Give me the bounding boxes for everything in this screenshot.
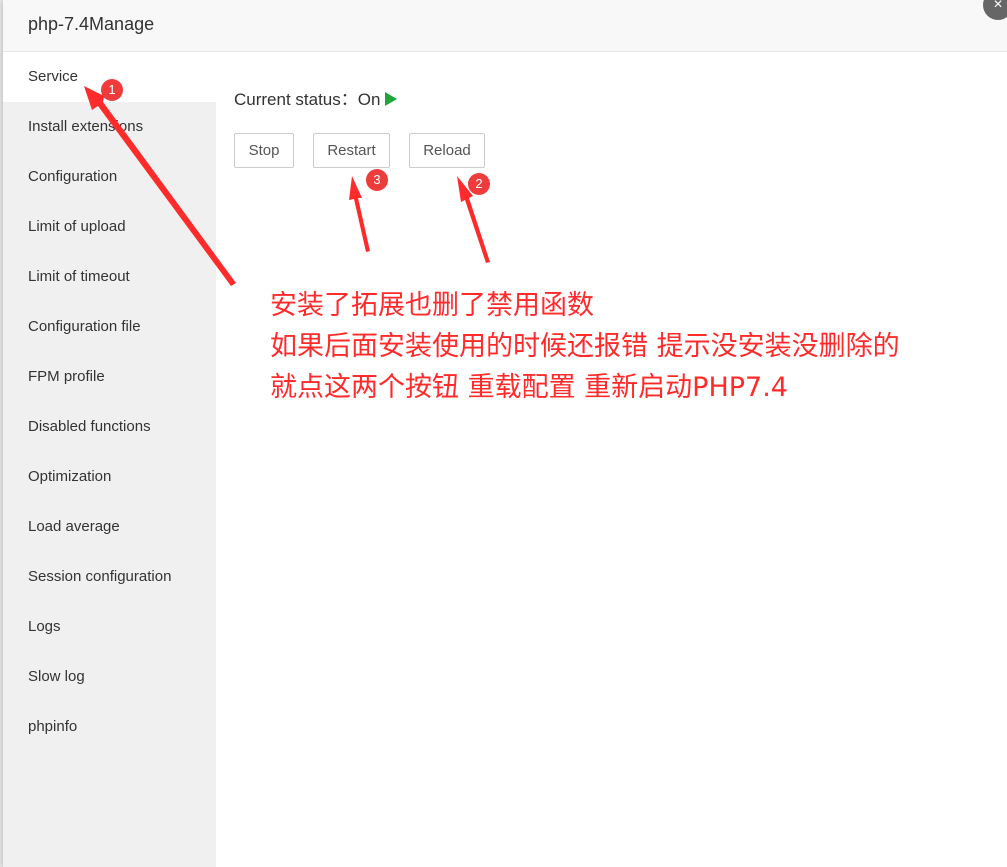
annotation-badge-1: 1 bbox=[101, 79, 123, 101]
php-manage-dialog: php-7.4Manage × Service Install extensio… bbox=[3, 0, 1007, 867]
sidebar: Service Install extensions Configuration… bbox=[3, 52, 216, 867]
sidebar-item-session-configuration[interactable]: Session configuration bbox=[3, 552, 216, 602]
dialog-title: php-7.4Manage bbox=[28, 14, 155, 34]
current-status: Current status：On bbox=[234, 85, 398, 110]
annotation-line-2: 如果后面安装使用的时候还报错 提示没安装没删除的 bbox=[270, 331, 900, 362]
sidebar-item-install-extensions[interactable]: Install extensions bbox=[3, 102, 216, 152]
annotation-line-1: 安装了拓展也删了禁用函数 bbox=[270, 290, 594, 321]
status-label: Current status： bbox=[234, 90, 358, 109]
stop-button[interactable]: Stop bbox=[234, 133, 294, 168]
close-button[interactable]: × bbox=[983, 0, 1007, 20]
close-icon: × bbox=[993, 0, 1003, 13]
sidebar-item-configuration-file[interactable]: Configuration file bbox=[3, 302, 216, 352]
sidebar-item-slow-log[interactable]: Slow log bbox=[3, 652, 216, 702]
sidebar-item-disabled-functions[interactable]: Disabled functions bbox=[3, 402, 216, 452]
sidebar-item-fpm-profile[interactable]: FPM profile bbox=[3, 352, 216, 402]
sidebar-item-optimization[interactable]: Optimization bbox=[3, 452, 216, 502]
annotation-text: 安装了拓展也删了禁用函数 如果后面安装使用的时候还报错 提示没安装没删除的 就点… bbox=[270, 285, 900, 408]
play-icon bbox=[385, 92, 398, 106]
sidebar-item-limit-of-upload[interactable]: Limit of upload bbox=[3, 202, 216, 252]
sidebar-item-phpinfo[interactable]: phpinfo bbox=[3, 702, 216, 752]
sidebar-item-logs[interactable]: Logs bbox=[3, 602, 216, 652]
sidebar-item-configuration[interactable]: Configuration bbox=[3, 152, 216, 202]
restart-button[interactable]: Restart bbox=[313, 133, 390, 168]
sidebar-item-load-average[interactable]: Load average bbox=[3, 502, 216, 552]
reload-button[interactable]: Reload bbox=[409, 133, 485, 168]
sidebar-item-limit-of-timeout[interactable]: Limit of timeout bbox=[3, 252, 216, 302]
annotation-badge-3: 3 bbox=[366, 169, 388, 191]
service-panel: Current status：On Stop Restart Reload bbox=[216, 52, 1007, 867]
annotation-line-3: 就点这两个按钮 重载配置 重新启动PHP7.4 bbox=[270, 372, 788, 403]
dialog-titlebar: php-7.4Manage × bbox=[3, 0, 1007, 52]
annotation-badge-2: 2 bbox=[468, 173, 490, 195]
status-value: On bbox=[357, 90, 381, 109]
